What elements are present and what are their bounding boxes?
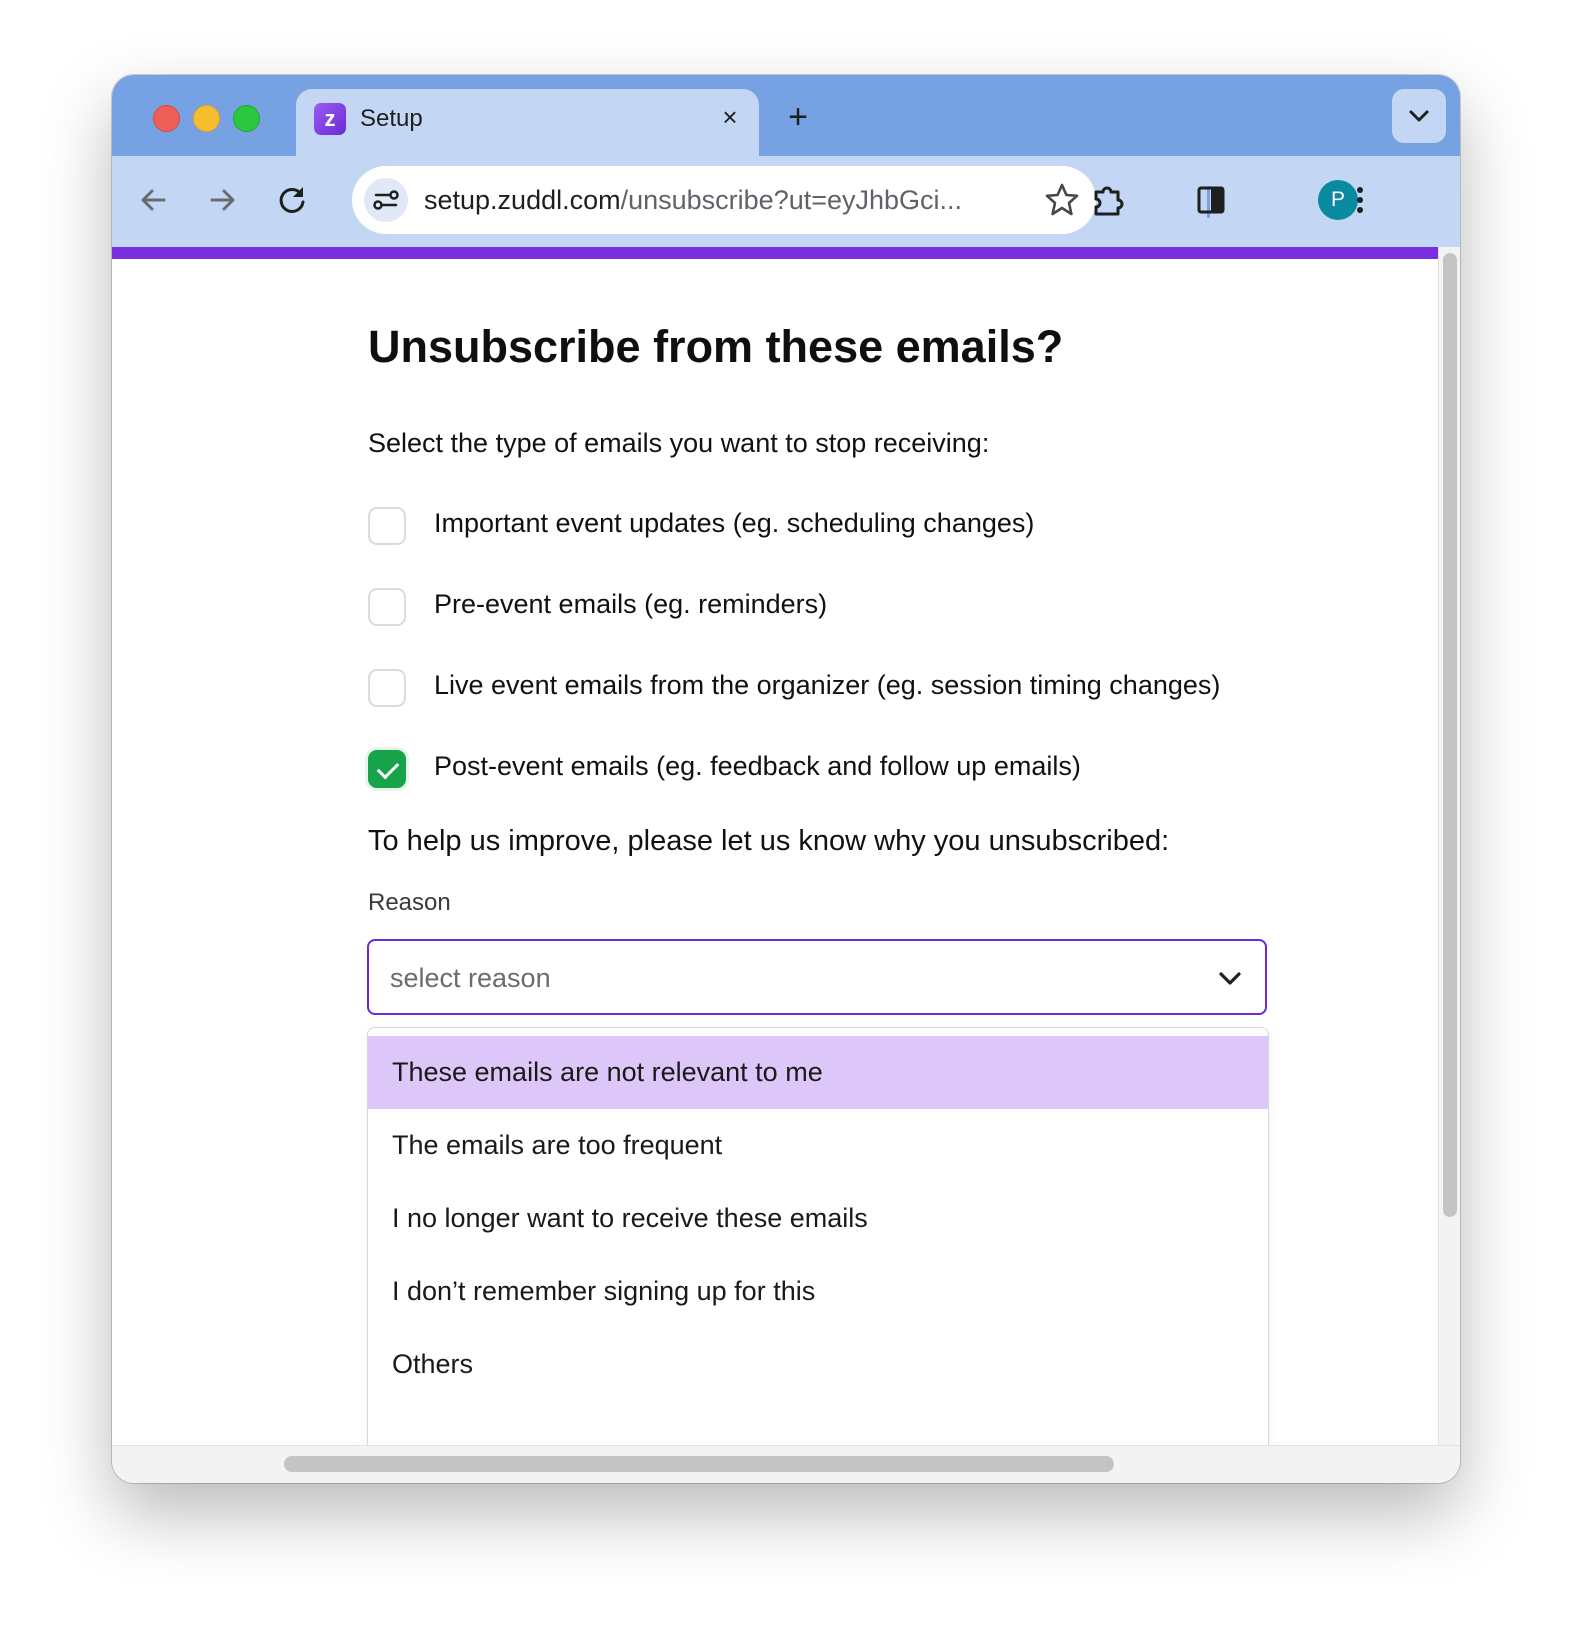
option-label: Important event updates (eg. scheduling … [434, 508, 1035, 538]
reason-label: Reason [368, 889, 451, 916]
tab-bar: z Setup × + [112, 75, 1460, 156]
feedback-prompt: To help us improve, please let us know w… [368, 825, 1170, 857]
reason-option-dont-remember[interactable]: I don’t remember signing up for this [368, 1255, 1268, 1328]
maximize-window-button[interactable] [233, 105, 260, 132]
reason-option-others[interactable]: Others [368, 1328, 1268, 1401]
option-label: Pre-event emails (eg. reminders) [434, 589, 828, 619]
top-accent-bar [112, 247, 1438, 259]
back-icon [141, 189, 166, 211]
side-panel-button[interactable] [1187, 176, 1235, 224]
reload-icon [279, 187, 305, 213]
menu-dots-icon [1357, 187, 1363, 213]
tab-title: Setup [360, 105, 423, 132]
reason-option-not-relevant[interactable]: These emails are not relevant to me [368, 1036, 1268, 1109]
checkbox-pre-event[interactable] [368, 588, 406, 626]
tab-search-chevron-icon [1409, 110, 1429, 122]
site-info-icon [373, 190, 399, 210]
horizontal-scroll-thumb[interactable] [284, 1456, 1114, 1472]
tab-close-icon[interactable]: × [714, 101, 746, 133]
bookmark-star-icon [1045, 183, 1079, 216]
page-title: Unsubscribe from these emails? [368, 321, 1064, 372]
chevron-down-icon [1219, 972, 1241, 985]
checkbox-live-event[interactable] [368, 669, 406, 707]
reason-option-too-frequent[interactable]: The emails are too frequent [368, 1109, 1268, 1182]
vertical-scroll-thumb[interactable] [1443, 253, 1457, 1217]
browser-menu-button[interactable] [1336, 176, 1384, 224]
close-window-button[interactable] [153, 105, 180, 132]
side-panel-icon [1197, 186, 1225, 214]
reason-placeholder: select reason [390, 963, 551, 993]
option-label: Post-event emails (eg. feedback and foll… [434, 751, 1081, 781]
reason-dropdown-menu: These emails are not relevant to me The … [367, 1027, 1269, 1445]
forward-icon [210, 189, 235, 211]
site-info-button[interactable] [364, 178, 408, 222]
page-subtitle: Select the type of emails you want to st… [368, 428, 990, 458]
horizontal-scrollbar[interactable] [112, 1445, 1460, 1483]
option-label: Live event emails from the organizer (eg… [434, 670, 1221, 700]
minimize-window-button[interactable] [193, 105, 220, 132]
checkbox-post-event-checked[interactable] [368, 750, 406, 788]
url-text[interactable]: setup.zuddl.com/unsubscribe?ut=eyJhbGci.… [424, 182, 962, 218]
extensions-button[interactable] [1084, 176, 1132, 224]
extensions-icon [1094, 186, 1124, 216]
browser-toolbar: setup.zuddl.com/unsubscribe?ut=eyJhbGci.… [112, 156, 1460, 247]
checkbox-important-updates[interactable] [368, 507, 406, 545]
back-button[interactable] [132, 178, 176, 222]
forward-button[interactable] [200, 178, 244, 222]
page-content: Unsubscribe from these emails? Select th… [112, 247, 1438, 1445]
tab-setup[interactable]: z Setup × [296, 89, 759, 156]
browser-window: z Setup × + setup.zuddl.com/unsubscribe?… [112, 75, 1460, 1483]
tab-search-button[interactable] [1392, 89, 1446, 143]
zuddl-favicon-icon: z [314, 103, 346, 135]
reason-option-no-longer-want[interactable]: I no longer want to receive these emails [368, 1182, 1268, 1255]
reason-select[interactable]: select reason [367, 939, 1267, 1015]
address-bar[interactable]: setup.zuddl.com/unsubscribe?ut=eyJhbGci.… [352, 166, 1096, 234]
new-tab-button[interactable]: + [778, 97, 818, 137]
vertical-scrollbar[interactable] [1438, 247, 1460, 1445]
reload-button[interactable] [270, 178, 314, 222]
bookmark-star-button[interactable] [1042, 180, 1082, 220]
